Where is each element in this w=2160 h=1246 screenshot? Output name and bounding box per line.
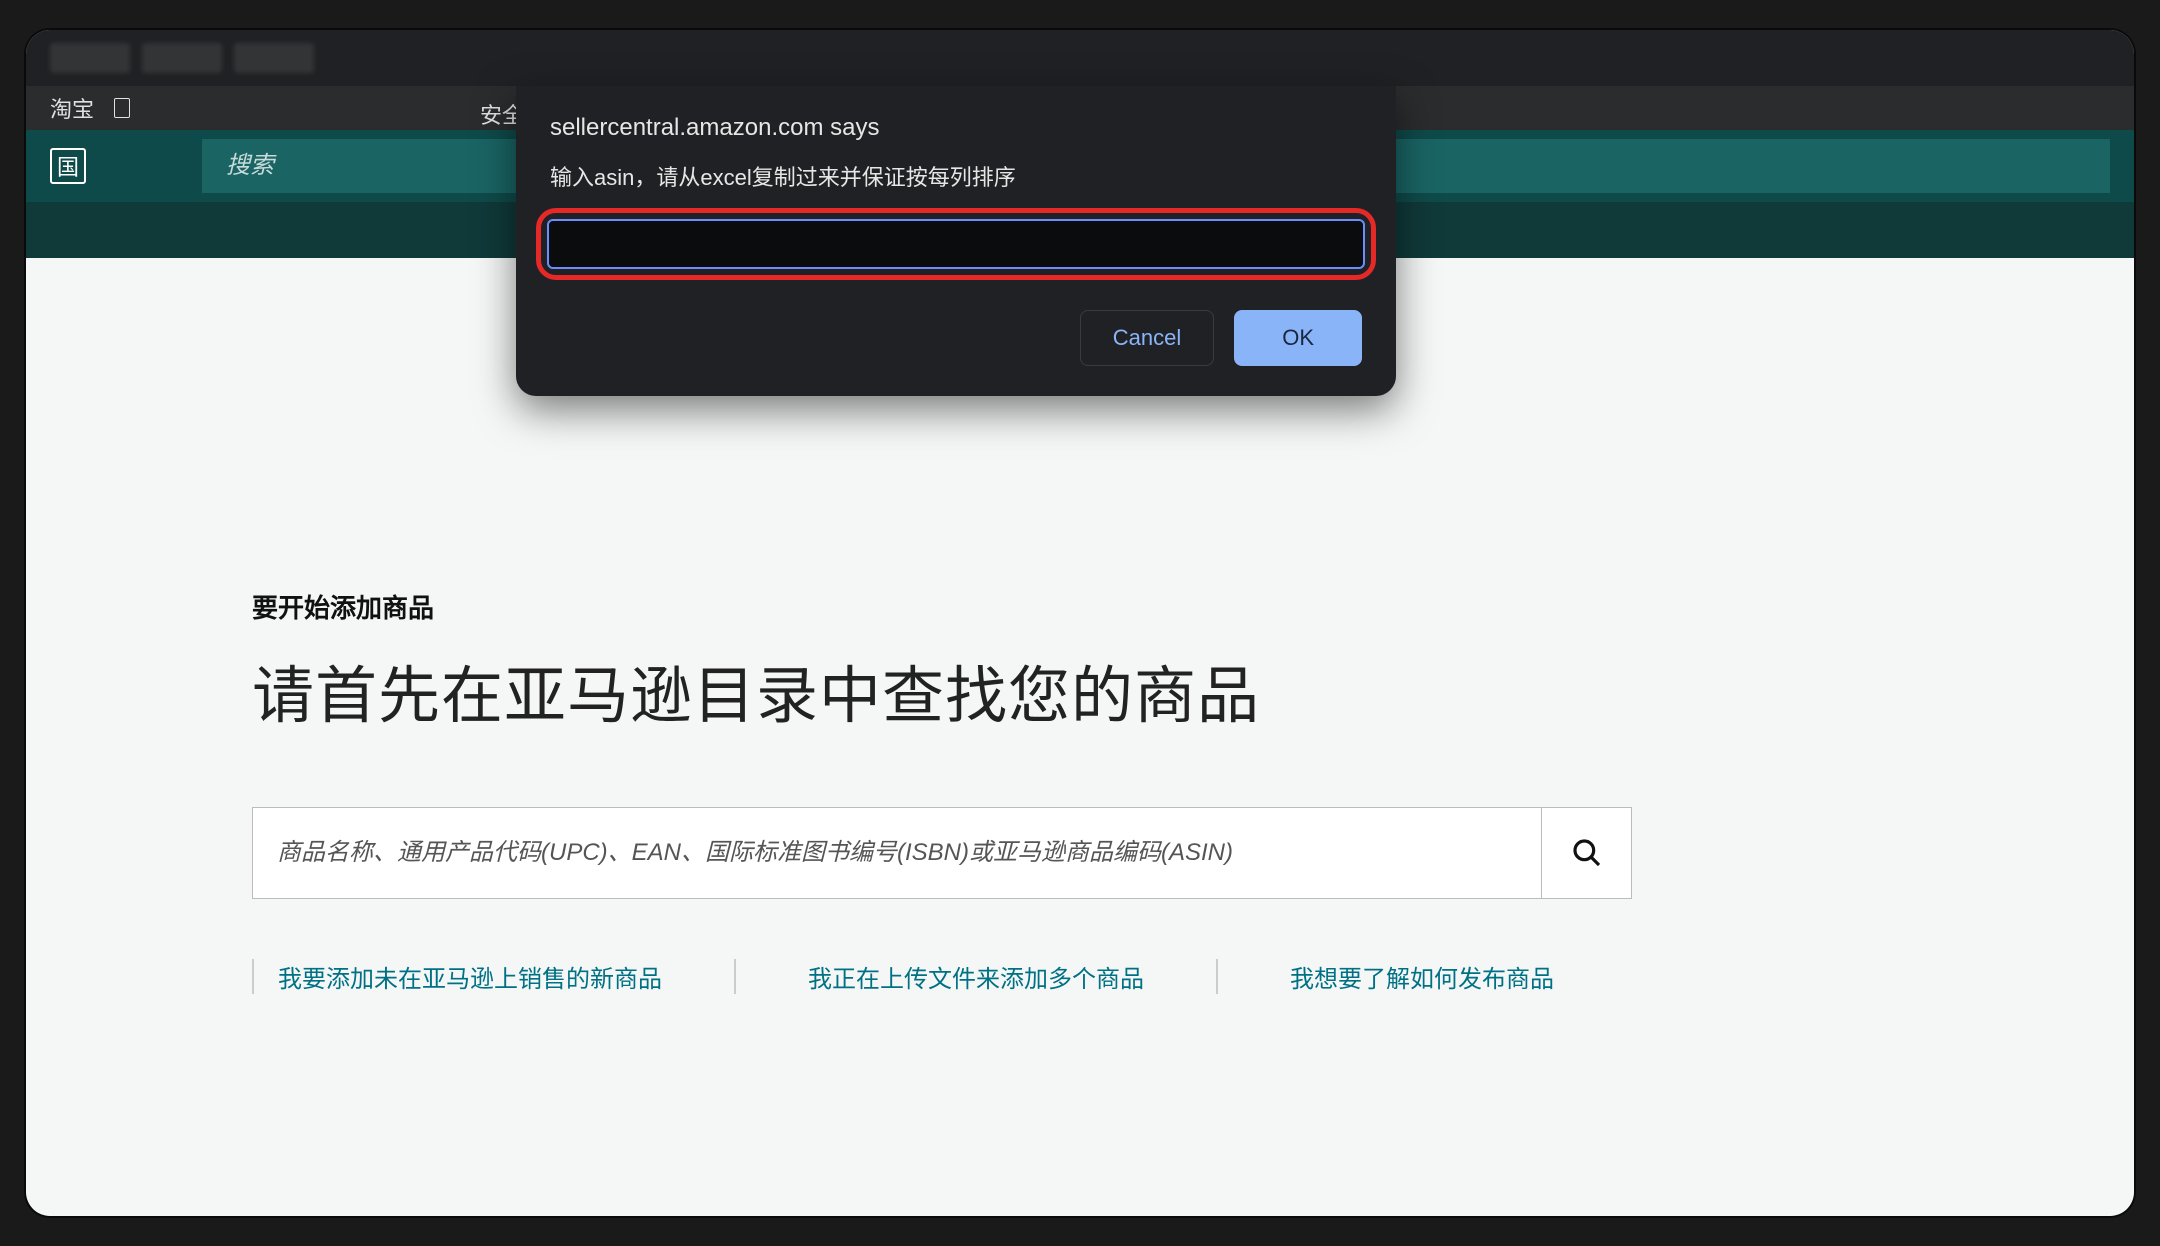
browser-tab-bar xyxy=(26,30,2134,86)
ok-button[interactable]: OK xyxy=(1234,310,1362,366)
search-icon xyxy=(1571,837,1603,869)
dialog-input-highlight xyxy=(536,208,1376,280)
product-search-button[interactable] xyxy=(1542,807,1632,899)
page-title: 请首先在亚马逊目录中查找您的商品 xyxy=(252,645,1908,735)
product-search-row xyxy=(252,807,1632,899)
link-add-new-product[interactable]: 我要添加未在亚马逊上销售的新商品 xyxy=(252,959,734,994)
country-label: 国 xyxy=(57,150,79,182)
tab-placeholder xyxy=(142,43,222,73)
file-icon xyxy=(114,98,130,118)
dialog-message: 输入asin，请从excel复制过来并保证按每列排序 xyxy=(550,160,1362,192)
dialog-input[interactable] xyxy=(547,219,1365,269)
bookmark-file[interactable] xyxy=(114,98,130,118)
tab-placeholder xyxy=(50,43,130,73)
tab-placeholder xyxy=(234,43,314,73)
cancel-button[interactable]: Cancel xyxy=(1080,310,1214,366)
link-uploading-file[interactable]: 我正在上传文件来添加多个商品 xyxy=(734,959,1216,994)
product-search-input[interactable] xyxy=(252,807,1542,899)
bookmark-label: 淘宝 xyxy=(50,92,94,124)
blurred-tabs xyxy=(50,43,314,73)
country-selector[interactable]: 国 xyxy=(50,148,86,184)
link-row: 我要添加未在亚马逊上销售的新商品 我正在上传文件来添加多个商品 我想要了解如何发… xyxy=(252,959,1908,994)
content-subtitle: 要开始添加商品 xyxy=(252,588,1908,625)
dialog-buttons: Cancel OK xyxy=(550,310,1362,366)
link-learn-publish[interactable]: 我想要了解如何发布商品 xyxy=(1216,959,1626,994)
dialog-origin: sellercentral.amazon.com says xyxy=(550,114,1362,142)
browser-window: 淘宝 安全 国 要开始添加商品 请首先在亚马逊目录中查找您的商品 xyxy=(26,30,2134,1216)
bookmark-taobao[interactable]: 淘宝 xyxy=(50,92,94,124)
js-prompt-dialog: sellercentral.amazon.com says 输入asin，请从e… xyxy=(516,86,1396,396)
